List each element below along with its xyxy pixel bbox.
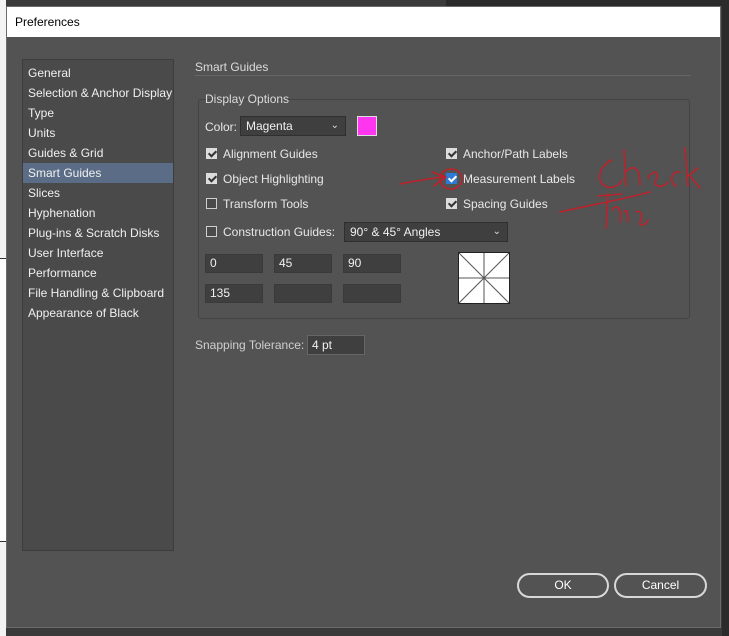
- angle-field-5[interactable]: [274, 284, 332, 303]
- measurement-labels-checkbox[interactable]: [446, 173, 457, 184]
- snapping-tolerance-input[interactable]: 4 pt: [307, 335, 365, 355]
- background-app-panel: [722, 0, 729, 636]
- color-select[interactable]: Magenta ⌄: [240, 116, 346, 136]
- sidebar-item-slices[interactable]: Slices: [23, 183, 173, 203]
- measurement-labels-label: Measurement Labels: [463, 172, 576, 186]
- angle-field-1[interactable]: 0: [205, 254, 263, 273]
- spacing-guides-label: Spacing Guides: [463, 197, 548, 211]
- sidebar-item-appearance-of-black[interactable]: Appearance of Black: [23, 303, 173, 323]
- construction-guides-label: Construction Guides:: [223, 225, 336, 239]
- color-swatch[interactable]: [357, 116, 377, 136]
- anchor-path-labels-checkbox[interactable]: [446, 148, 457, 159]
- section-divider: [195, 75, 691, 76]
- color-select-value: Magenta: [246, 119, 293, 133]
- transform-tools-checkbox[interactable]: [206, 198, 217, 209]
- transform-tools-label: Transform Tools: [223, 197, 309, 211]
- anchor-path-labels-label: Anchor/Path Labels: [463, 147, 568, 161]
- chevron-down-icon: ⌄: [492, 226, 501, 237]
- sidebar-item-smart-guides[interactable]: Smart Guides: [23, 163, 173, 183]
- ok-button[interactable]: OK: [517, 573, 609, 598]
- display-options-title: Display Options: [205, 92, 290, 106]
- object-highlighting-label: Object Highlighting: [223, 172, 324, 186]
- sidebar-item-type[interactable]: Type: [23, 103, 173, 123]
- angle-field-2[interactable]: 45: [274, 254, 332, 273]
- construction-angles-value: 90° & 45° Angles: [350, 225, 441, 239]
- angle-field-6[interactable]: [343, 284, 401, 303]
- angle-field-4[interactable]: 135: [205, 284, 263, 303]
- sidebar-item-general[interactable]: General: [23, 63, 173, 83]
- angle-preview: [458, 252, 510, 304]
- spacing-guides-checkbox[interactable]: [446, 198, 457, 209]
- sidebar-item-selection-anchor-display[interactable]: Selection & Anchor Display: [23, 83, 173, 103]
- sidebar-item-file-handling-clipboard[interactable]: File Handling & Clipboard: [23, 283, 173, 303]
- object-highlighting-checkbox[interactable]: [206, 173, 217, 184]
- construction-guides-checkbox[interactable]: [206, 226, 217, 237]
- dialog-title: Preferences: [7, 7, 720, 37]
- preferences-sidebar: General Selection & Anchor Display Type …: [22, 59, 174, 551]
- sidebar-item-units[interactable]: Units: [23, 123, 173, 143]
- preferences-dialog: Preferences General Selection & Anchor D…: [6, 6, 721, 628]
- chevron-down-icon: ⌄: [330, 120, 339, 131]
- sidebar-item-plugins-scratch-disks[interactable]: Plug-ins & Scratch Disks: [23, 223, 173, 243]
- color-label: Color:: [205, 120, 238, 134]
- angle-field-3[interactable]: 90: [343, 254, 401, 273]
- construction-angles-select[interactable]: 90° & 45° Angles ⌄: [344, 222, 508, 242]
- sidebar-item-hyphenation[interactable]: Hyphenation: [23, 203, 173, 223]
- snapping-tolerance-label: Snapping Tolerance:: [195, 338, 305, 352]
- sidebar-item-guides-grid[interactable]: Guides & Grid: [23, 143, 173, 163]
- section-title: Smart Guides: [195, 60, 269, 74]
- alignment-guides-checkbox[interactable]: [206, 148, 217, 159]
- alignment-guides-label: Alignment Guides: [223, 147, 318, 161]
- sidebar-item-user-interface[interactable]: User Interface: [23, 243, 173, 263]
- cancel-button[interactable]: Cancel: [614, 573, 707, 598]
- sidebar-item-performance[interactable]: Performance: [23, 263, 173, 283]
- angle-preview-icon: [458, 252, 510, 304]
